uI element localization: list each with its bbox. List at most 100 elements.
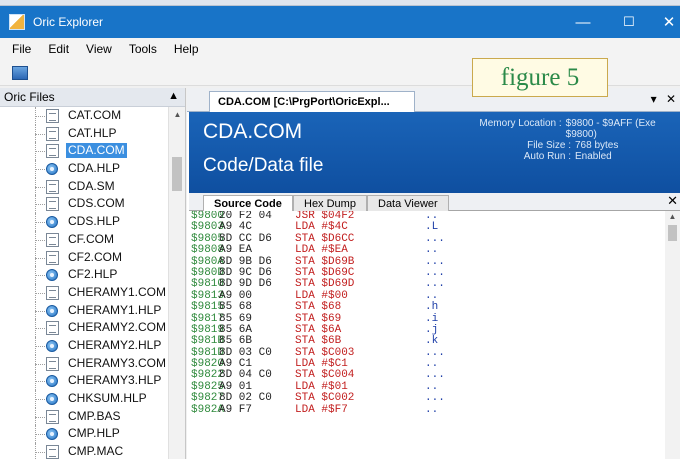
help-file-icon (46, 393, 58, 405)
code-bytes: A9 F7 (219, 403, 253, 416)
scroll-thumb[interactable] (668, 225, 677, 241)
scroll-up-arrow-icon[interactable]: ▲ (665, 211, 680, 223)
document-file-icon (46, 109, 59, 123)
menu-file[interactable]: File (12, 42, 31, 56)
file-name-label: CAT.COM (68, 108, 122, 122)
minimize-button[interactable]: — (560, 6, 606, 38)
file-tree-item[interactable]: CAT.HLP (0, 124, 168, 143)
file-name-label: CDA.HLP (68, 161, 121, 176)
document-file-icon (46, 321, 59, 336)
code-instruction: LDA #$F7 (295, 403, 348, 416)
file-tree-item[interactable]: CDS.HLP (0, 213, 168, 231)
file-tree-item[interactable]: CF2.COM (0, 248, 168, 267)
help-file-icon (46, 216, 58, 229)
tab-source-code[interactable]: Source Code (203, 195, 293, 211)
view-tabs: Source Code Hex Dump Data Viewer ✕ (189, 193, 680, 211)
code-scrollbar[interactable]: ▲ (665, 211, 680, 459)
code-line[interactable]: $981B 85 6B STA $6B .k (189, 335, 665, 348)
figure-label: figure 5 (472, 58, 608, 97)
file-tree-item[interactable]: CDA.COM (0, 142, 168, 160)
help-file-icon (46, 304, 58, 317)
file-tree-item[interactable]: CMP.HLP (0, 425, 168, 443)
code-line[interactable]: $9815 85 68 STA $68 .h (189, 301, 665, 314)
pin-icon[interactable]: ▲ (168, 90, 179, 102)
file-tree-item[interactable]: CHERAMY2.HLP (0, 336, 168, 355)
tab-close-icon[interactable]: ✕ (666, 92, 676, 106)
code-instruction: STA $68 (295, 301, 342, 314)
menu-edit[interactable]: Edit (48, 42, 69, 56)
code-ascii: .. (425, 244, 439, 257)
file-name: CDA.COM (203, 120, 303, 143)
document-file-icon (46, 250, 59, 265)
file-tree-item[interactable]: CHERAMY3.COM (0, 354, 168, 373)
file-tree-item[interactable]: CHERAMY1.HLP (0, 301, 168, 320)
help-file-icon (46, 375, 58, 388)
help-file-icon (46, 269, 58, 282)
code-line[interactable]: $9808 A9 EA LDA #$EA.. (189, 244, 665, 257)
document-file-icon (46, 144, 59, 159)
file-name-label: CDS.HLP (68, 214, 121, 229)
file-tree-item[interactable]: CAT.COM (0, 107, 168, 125)
document-panel: CDA.COM [C:\PrgPort\OricExpl... ▾ ✕ CDA.… (187, 88, 680, 459)
file-tree-item[interactable]: CDS.COM (0, 195, 168, 213)
menu-tools[interactable]: Tools (129, 42, 157, 56)
file-tree-item[interactable]: CF.COM (0, 230, 168, 249)
file-tree-item[interactable]: CHERAMY1.COM (0, 283, 168, 302)
file-type: Code/Data file (203, 155, 324, 176)
file-tree-item[interactable]: CDA.HLP (0, 160, 168, 178)
scroll-up-arrow-icon[interactable]: ▲ (169, 107, 186, 123)
code-instruction: STA $C002 (295, 392, 355, 405)
close-button[interactable]: ✕ (646, 6, 680, 38)
panel-title: Oric Files (4, 90, 55, 104)
file-name-label: CMP.HLP (68, 426, 120, 441)
oric-files-panel: Oric Files ▲ CAT.COM CAT.HLP CDA.COM CDA.HL… (0, 88, 186, 459)
tab-data-viewer[interactable]: Data Viewer (367, 195, 449, 211)
file-metadata: Memory Location : $9800 - $9AFF (Exe $980… (451, 118, 680, 162)
file-name-label: CHERAMY3.COM (68, 355, 167, 370)
meta-key: File Size : (527, 140, 571, 151)
help-file-icon (46, 339, 58, 352)
code-line[interactable]: $9827 8D 02 C0 STA $C002... (189, 392, 665, 405)
file-name-label: CMP.MAC (68, 444, 124, 459)
code-ascii: .k (425, 335, 439, 348)
code-bytes: A9 EA (219, 244, 253, 257)
file-name-label: CDS.COM (68, 196, 125, 211)
disassembly-listing[interactable]: $9800 20 F2 04 JSR $04F2.. $9803 A9 4C LDA #$… (189, 211, 665, 459)
tab-dropdown-icon[interactable]: ▾ (651, 92, 657, 106)
image-icon[interactable] (12, 66, 28, 80)
file-name-label: CHERAMY2.COM (68, 320, 167, 335)
document-file-icon (46, 356, 59, 371)
file-name-label: CHERAMY2.HLP (68, 337, 162, 352)
file-tree-item[interactable]: CDA.SM (0, 177, 168, 196)
code-bytes: 85 68 (219, 301, 253, 314)
app-icon (9, 14, 25, 30)
panel-header: Oric Files ▲ (0, 88, 185, 107)
code-bytes: 85 6B (219, 335, 253, 348)
file-tree-item[interactable]: CHERAMY3.HLP (0, 372, 168, 390)
file-name-label: CF.COM (68, 231, 114, 246)
file-tree-item[interactable]: CMP.MAC (0, 443, 168, 459)
file-name-label: CHERAMY1.COM (68, 284, 167, 299)
code-bytes: 8D 02 C0 (219, 392, 272, 405)
tab-hex-dump[interactable]: Hex Dump (293, 195, 367, 211)
file-tree: CAT.COM CAT.HLP CDA.COM CDA.HLP CDA.SM CDS.CO… (0, 107, 168, 459)
document-file-icon (46, 179, 59, 194)
close-view-icon[interactable]: ✕ (667, 193, 678, 209)
meta-key: Auto Run : (523, 151, 571, 162)
meta-value: 768 bytes (575, 140, 619, 151)
file-name-label: CDA.COM (66, 143, 127, 159)
menu-view[interactable]: View (86, 42, 112, 56)
file-tree-item[interactable]: CHERAMY2.COM (0, 319, 168, 337)
scroll-thumb[interactable] (172, 157, 182, 191)
file-name-label: CHERAMY1.HLP (68, 302, 162, 317)
meta-value: Enabled (575, 151, 612, 162)
document-file-icon (46, 232, 59, 247)
file-tree-item[interactable]: CMP.BAS (0, 407, 168, 426)
menu-help[interactable]: Help (174, 42, 199, 56)
file-tree-scrollbar[interactable]: ▲ (168, 107, 185, 459)
code-line[interactable]: $982A A9 F7 LDA #$F7.. (189, 403, 665, 416)
file-tree-item[interactable]: CF2.HLP (0, 266, 168, 284)
meta-key: Memory Location : (479, 118, 562, 129)
file-tree-item[interactable]: CHKSUM.HLP (0, 390, 168, 408)
document-tab[interactable]: CDA.COM [C:\PrgPort\OricExpl... (209, 91, 415, 112)
